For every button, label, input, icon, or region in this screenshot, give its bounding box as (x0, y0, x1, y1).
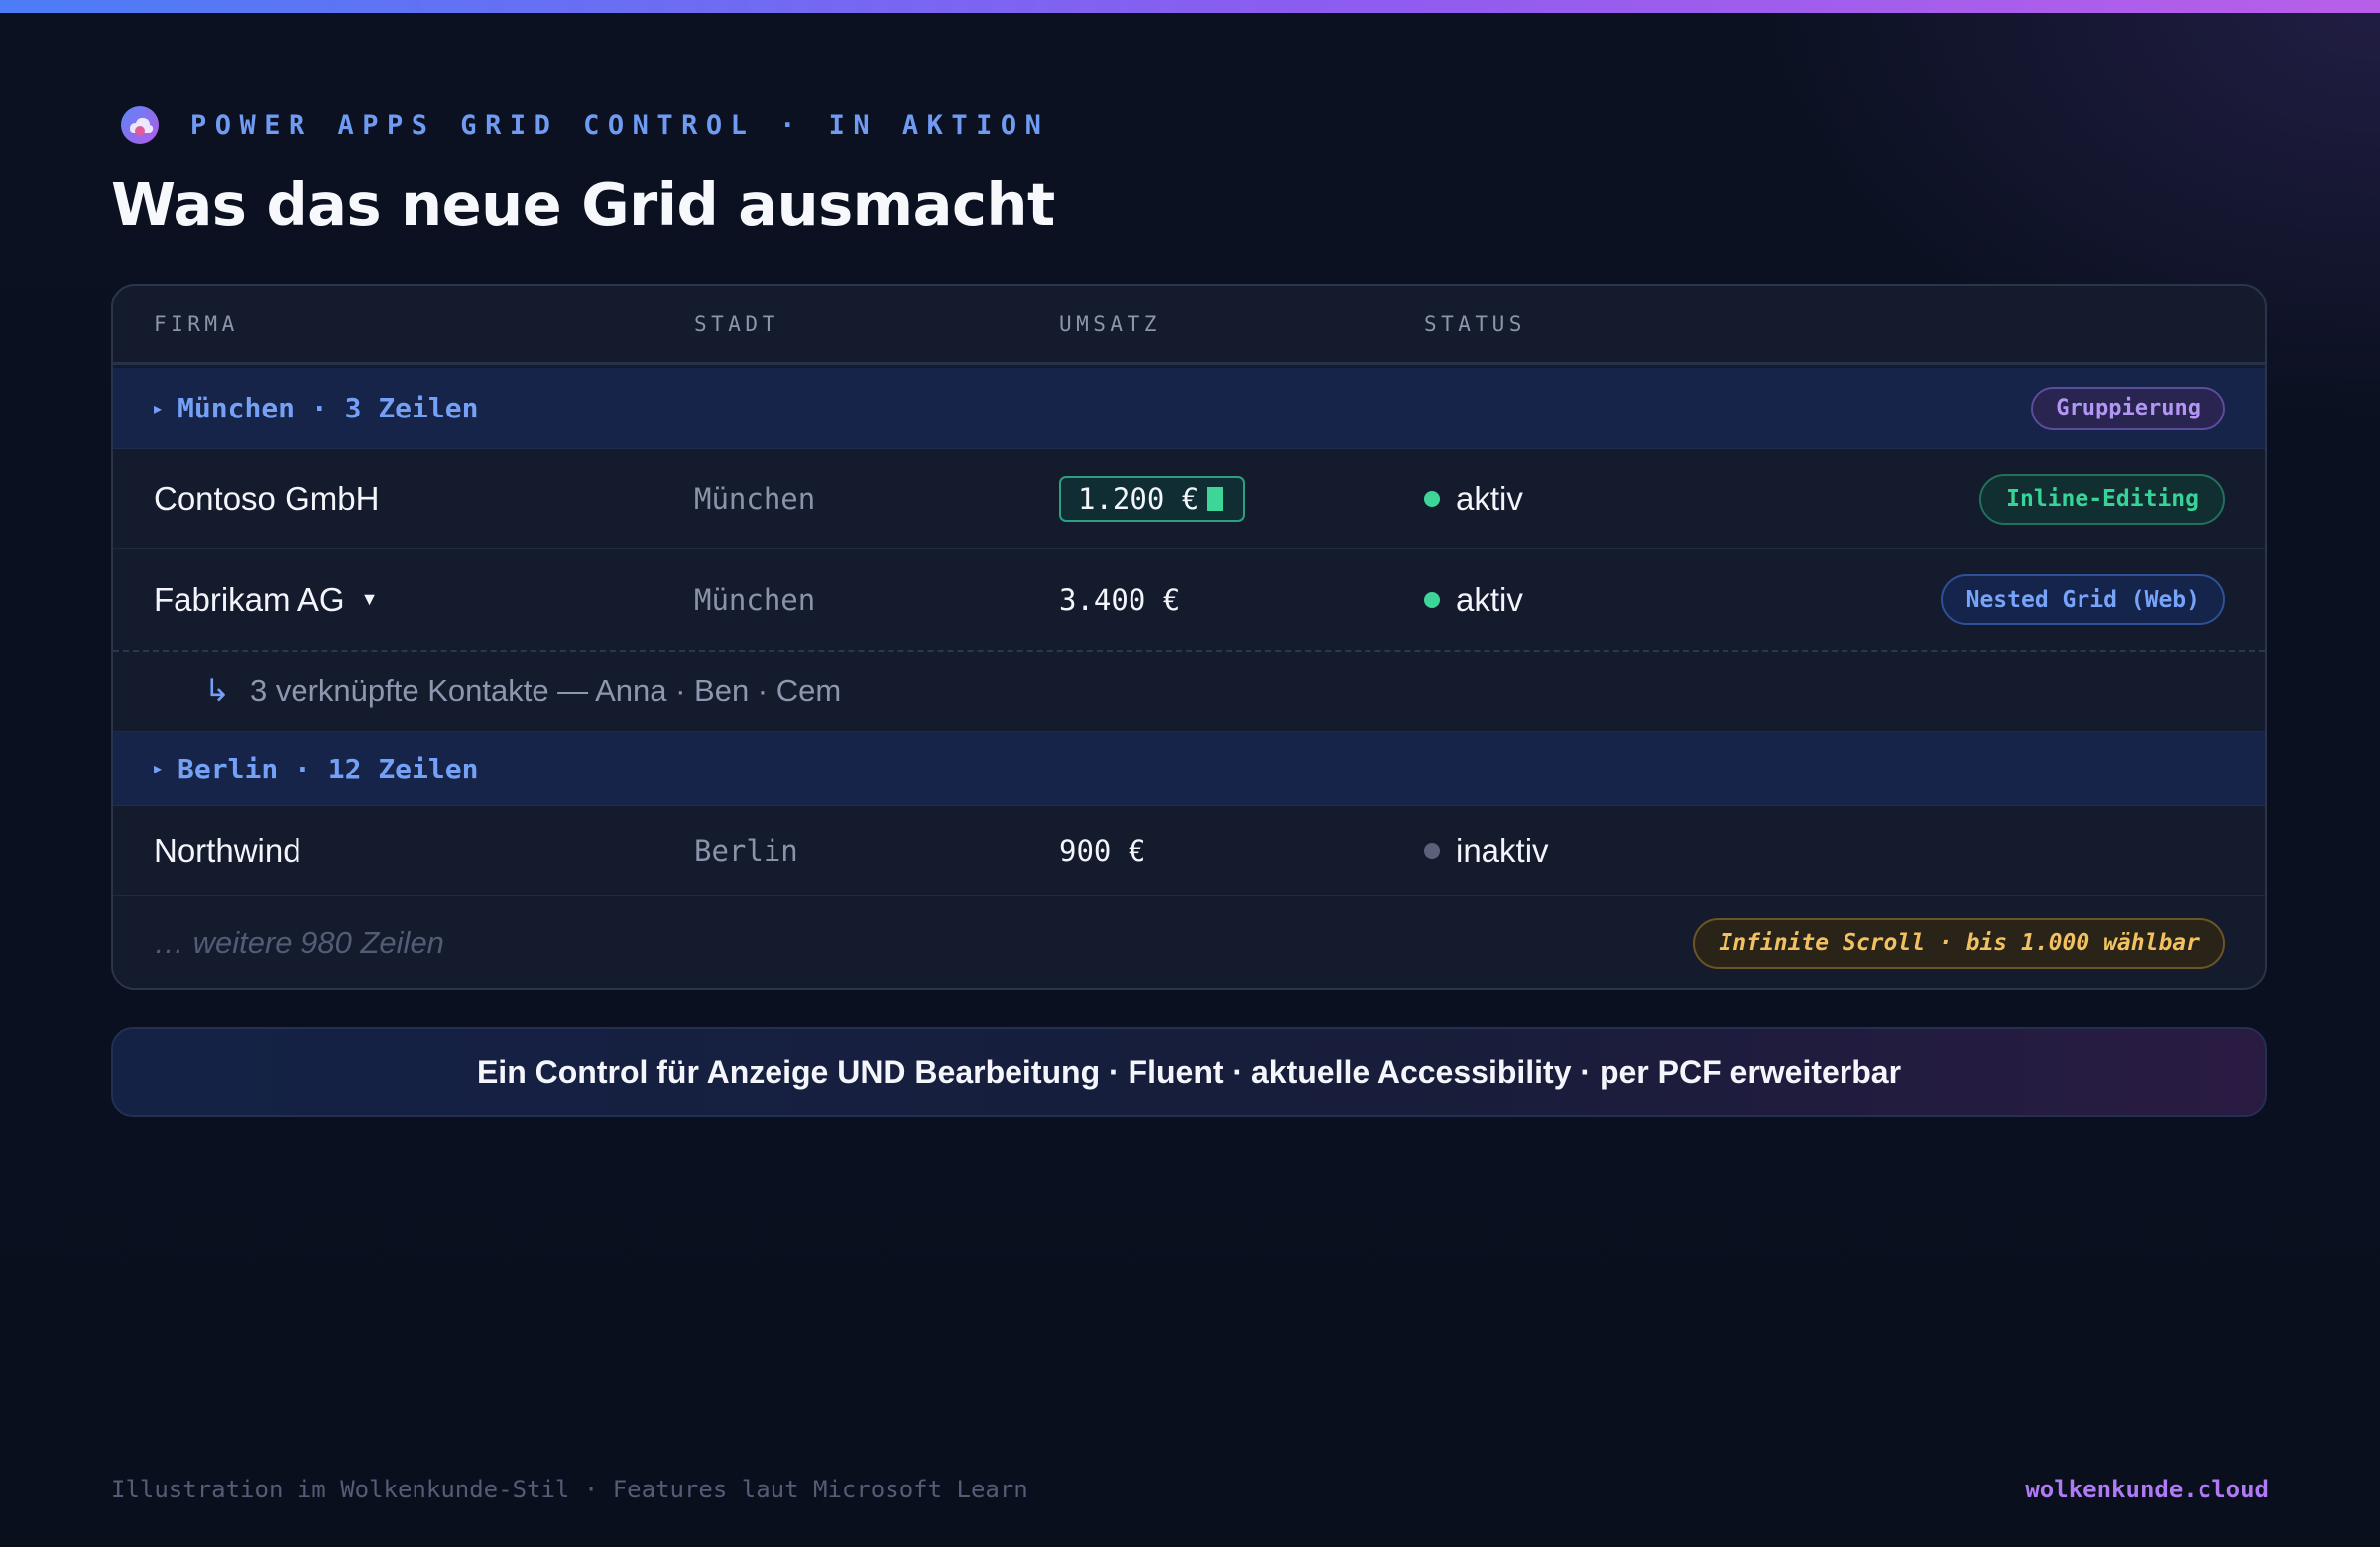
kicker: POWER APPS GRID CONTROL · IN AKTION (119, 103, 1049, 147)
cell-firma: Contoso GmbH (154, 480, 380, 517)
inline-edit-input[interactable]: 1.200 € (1059, 476, 1246, 522)
feature-badge-grouping: Gruppierung (2031, 386, 2225, 430)
column-header-status[interactable]: STATUS (1424, 312, 1526, 336)
triangle-right-icon[interactable]: ▸ (154, 399, 162, 418)
more-rows-label: … weitere 980 Zeilen (154, 925, 444, 960)
nested-contacts-summary: 3 verknüpfte Kontakte — Anna · Ben · Cem (249, 673, 842, 708)
cloud-logo-icon (121, 106, 159, 144)
nested-grid-row[interactable]: ↳ 3 verknüpfte Kontakte — Anna · Ben · C… (113, 650, 2265, 732)
top-accent-bar (0, 0, 2380, 13)
page-title: Was das neue Grid ausmacht (111, 171, 1055, 239)
column-header-firma[interactable]: FIRMA (154, 312, 239, 336)
group-row-muenchen[interactable]: ▸ München · 3 Zeilen Gruppierung (113, 368, 2265, 449)
status-active-dot-icon (1424, 491, 1440, 507)
column-header-stadt[interactable]: STADT (694, 312, 779, 336)
status-cell: inaktiv (1424, 832, 1549, 870)
status-cell: aktiv (1424, 480, 1523, 518)
footer-credit: Illustration im Wolkenkunde-Stil · Featu… (111, 1476, 1028, 1503)
inline-edit-value: 1.200 € (1078, 482, 1200, 516)
status-cell: aktiv (1424, 581, 1523, 619)
cell-stadt: München (694, 482, 816, 516)
cell-firma: Fabrikam AG (154, 580, 345, 618)
grid-header-row: FIRMA STADT UMSATZ STATUS (113, 286, 2265, 365)
grid-control: FIRMA STADT UMSATZ STATUS ▸ München · 3 … (111, 284, 2267, 990)
feature-badge-inline-editing: Inline-Editing (1979, 473, 2225, 525)
group-label: München · 3 Zeilen (178, 392, 479, 424)
feature-badge-nested-grid: Nested Grid (Web) (1940, 574, 2225, 625)
kicker-label: POWER APPS GRID CONTROL · IN AKTION (190, 109, 1050, 141)
status-label: aktiv (1456, 480, 1523, 517)
table-row[interactable]: Fabrikam AG ▼ München 3.400 € aktiv Nest… (113, 549, 2265, 650)
column-header-umsatz[interactable]: UMSATZ (1059, 312, 1161, 336)
return-arrow-icon: ↳ (204, 673, 230, 708)
cell-firma: Northwind (154, 832, 301, 869)
table-row[interactable]: Northwind Berlin 900 € inaktiv (113, 806, 2265, 896)
status-inactive-dot-icon (1424, 843, 1440, 859)
footer-brand-link[interactable]: wolkenkunde.cloud (2025, 1476, 2269, 1503)
table-row[interactable]: Contoso GmbH München 1.200 € aktiv Inlin… (113, 449, 2265, 549)
status-active-dot-icon (1424, 591, 1440, 608)
cell-umsatz: 900 € (1059, 834, 1146, 868)
group-label: Berlin · 12 Zeilen (178, 752, 479, 785)
caret-down-icon[interactable]: ▼ (361, 589, 379, 610)
status-label: aktiv (1456, 580, 1523, 618)
feature-badge-infinite-scroll: Infinite Scroll · bis 1.000 wählbar (1693, 917, 2225, 969)
group-row-berlin[interactable]: ▸ Berlin · 12 Zeilen (113, 732, 2265, 806)
banner-text: Ein Control für Anzeige UND Bearbeitung … (476, 1053, 1902, 1090)
summary-banner: Ein Control für Anzeige UND Bearbeitung … (111, 1027, 2267, 1117)
text-cursor (1207, 487, 1224, 511)
cell-stadt: München (694, 582, 816, 617)
cell-stadt: Berlin (694, 834, 798, 868)
cell-umsatz: 3.400 € (1059, 582, 1181, 617)
status-label: inaktiv (1456, 832, 1549, 869)
triangle-right-icon[interactable]: ▸ (154, 759, 162, 778)
more-rows-row[interactable]: … weitere 980 Zeilen Infinite Scroll · b… (113, 896, 2265, 988)
